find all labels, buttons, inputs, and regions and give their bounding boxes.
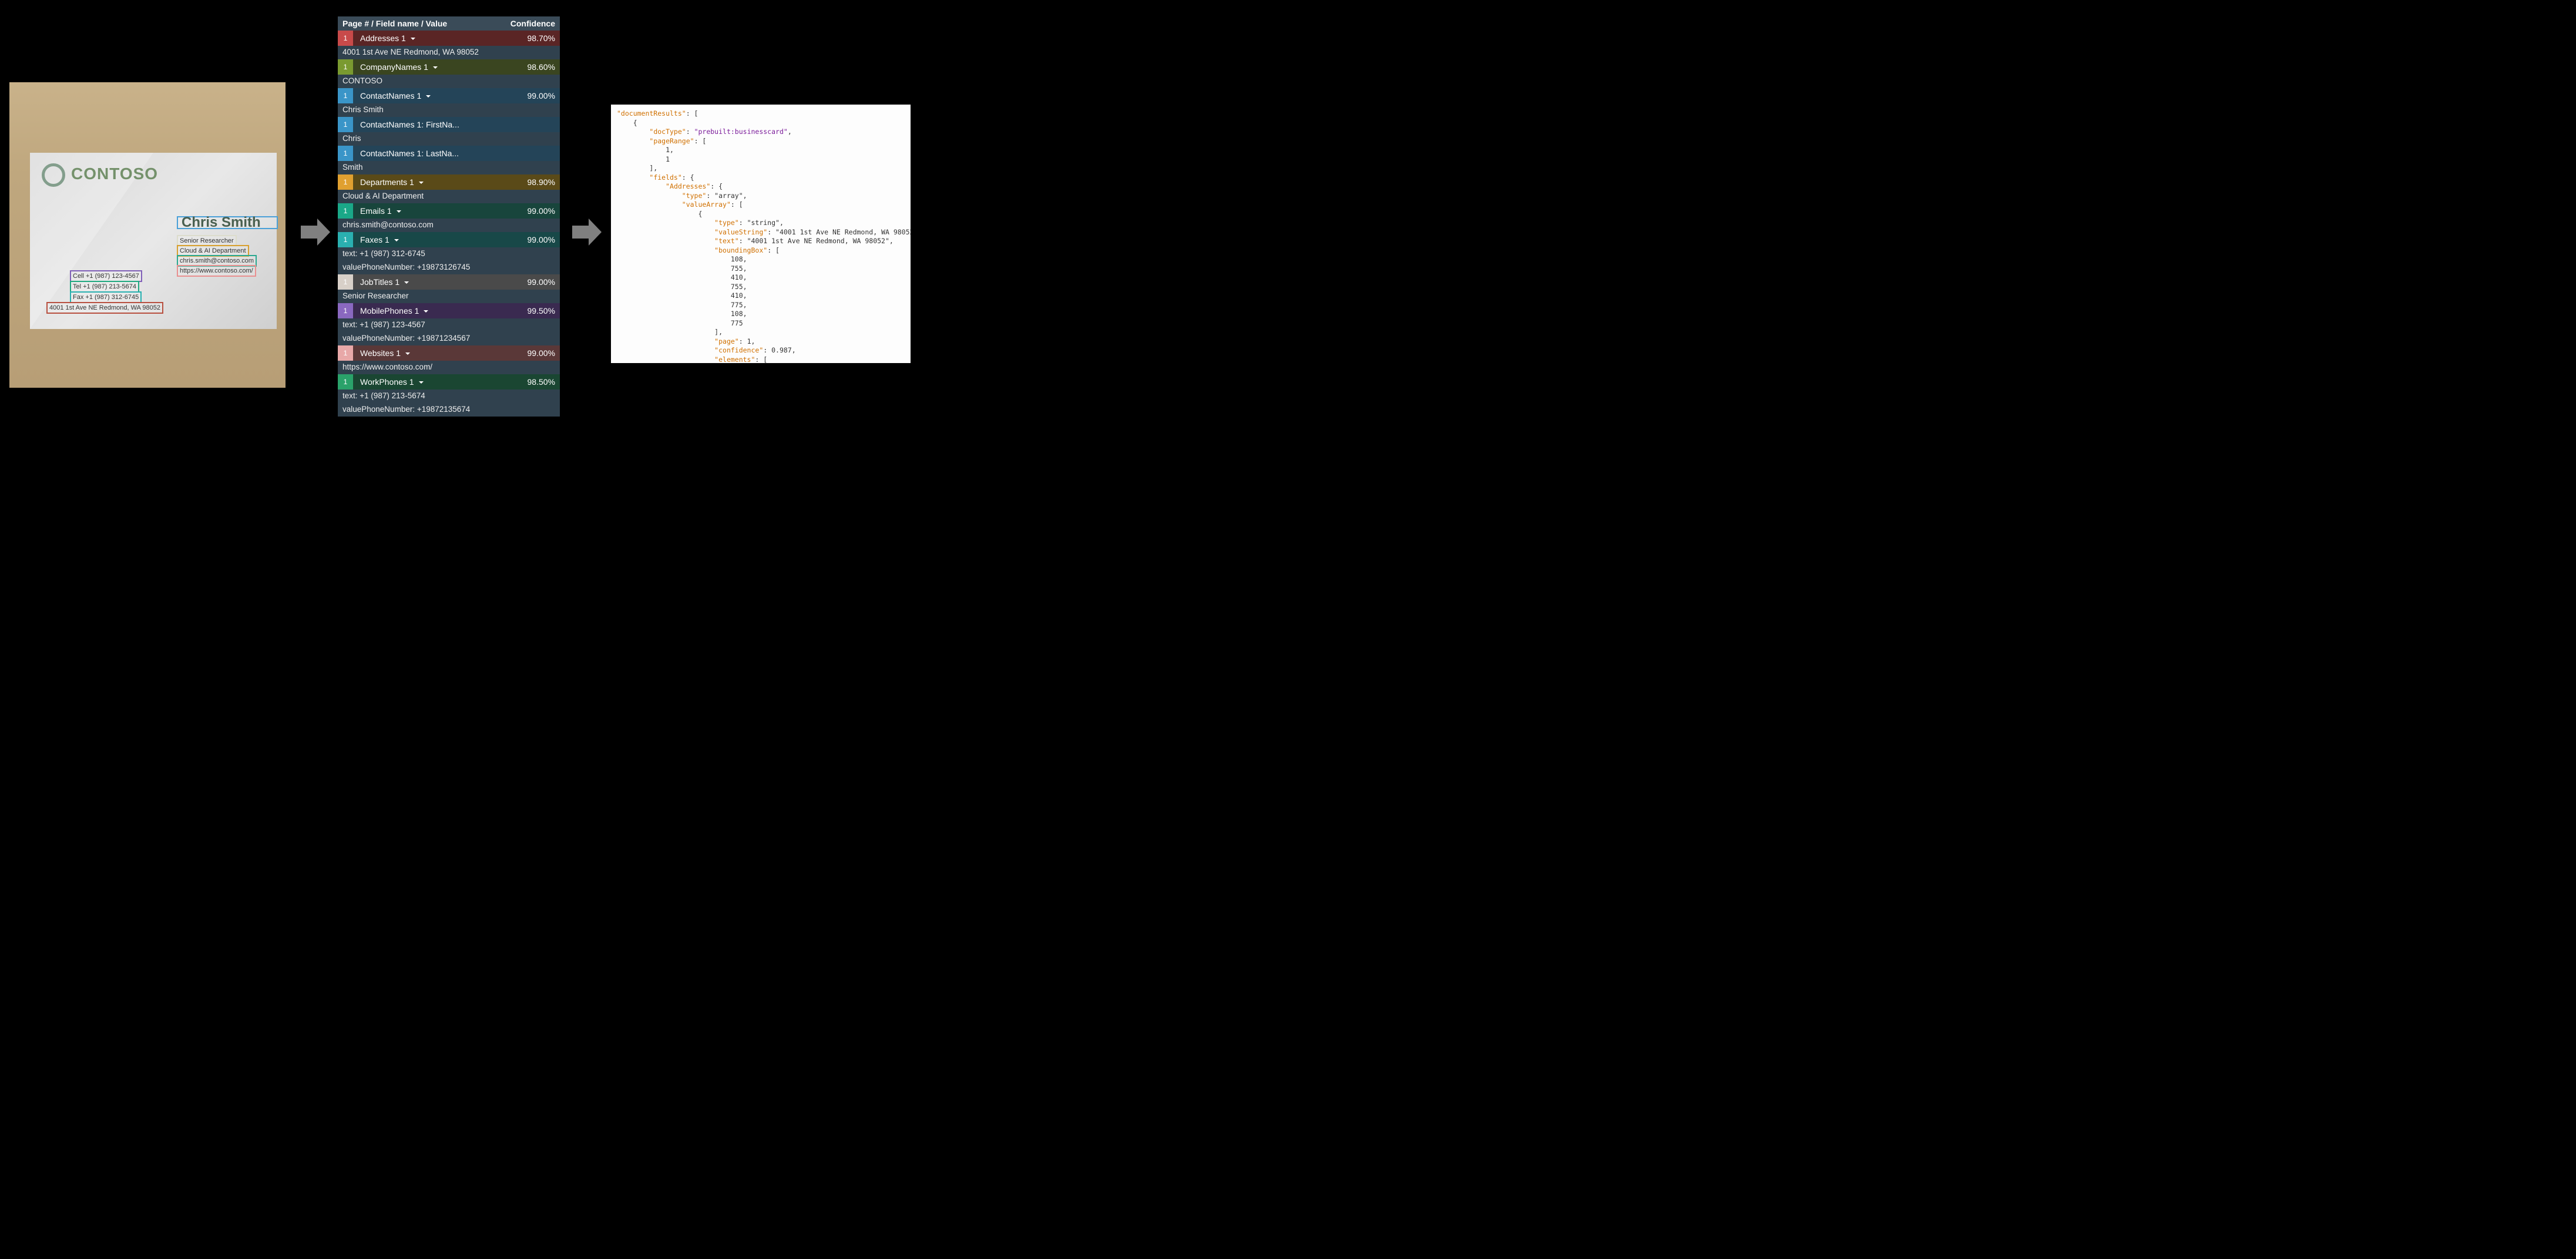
ocr-box-work-phone: Tel +1 (987) 213-5674: [70, 281, 139, 293]
field-name: ContactNames 1: LastNa...: [353, 149, 513, 158]
page-badge: 1: [338, 303, 353, 318]
field-row-websites-1[interactable]: 1Websites 199.00%: [338, 345, 560, 361]
confidence-value: 98.60%: [513, 62, 555, 72]
field-value: valuePhoneNumber: +19873126745: [338, 261, 560, 274]
confidence-value: 99.00%: [513, 206, 555, 216]
page-badge: 1: [338, 174, 353, 190]
page-badge: 1: [338, 274, 353, 290]
confidence-value: 98.50%: [513, 377, 555, 387]
logo-icon: [42, 163, 65, 187]
field-value: chris.smith@contoso.com: [338, 219, 560, 232]
field-row-contactnames-1-firstna-[interactable]: 1ContactNames 1: FirstNa...: [338, 117, 560, 132]
field-value: text: +1 (987) 213-5674: [338, 390, 560, 403]
page-badge: 1: [338, 146, 353, 161]
source-image-panel: CONTOSO Chris Smith Senior Researcher Cl…: [9, 82, 286, 388]
field-value: valuePhoneNumber: +19872135674: [338, 403, 560, 417]
extracted-fields-table: Page # / Field name / Value Confidence 1…: [338, 16, 560, 417]
field-value: text: +1 (987) 123-4567: [338, 318, 560, 332]
header-fields: Page # / Field name / Value: [342, 19, 502, 28]
table-header: Page # / Field name / Value Confidence: [338, 16, 560, 31]
page-badge: 1: [338, 374, 353, 390]
field-value: 4001 1st Ave NE Redmond, WA 98052: [338, 46, 560, 59]
field-name: ContactNames 1: [353, 91, 513, 100]
field-name: JobTitles 1: [353, 277, 513, 287]
field-value: Chris: [338, 132, 560, 146]
field-row-mobilephones-1[interactable]: 1MobilePhones 199.50%: [338, 303, 560, 318]
field-row-addresses-1[interactable]: 1Addresses 198.70%: [338, 31, 560, 46]
confidence-value: 98.70%: [513, 33, 555, 43]
field-value: text: +1 (987) 312-6745: [338, 247, 560, 261]
field-value: CONTOSO: [338, 75, 560, 88]
field-value: Cloud & AI Department: [338, 190, 560, 203]
field-value: Chris Smith: [338, 103, 560, 117]
arrow-right-icon: [301, 217, 330, 247]
field-name: Websites 1: [353, 348, 513, 358]
confidence-value: 99.50%: [513, 306, 555, 315]
ocr-box-website: https://www.contoso.com/: [177, 265, 256, 277]
ocr-box-cell-phone: Cell +1 (987) 123-4567: [70, 270, 142, 282]
arrow-right-icon: [572, 217, 602, 247]
field-row-emails-1[interactable]: 1Emails 199.00%: [338, 203, 560, 219]
field-row-jobtitles-1[interactable]: 1JobTitles 199.00%: [338, 274, 560, 290]
page-badge: 1: [338, 203, 353, 219]
field-row-workphones-1[interactable]: 1WorkPhones 198.50%: [338, 374, 560, 390]
page-badge: 1: [338, 117, 353, 132]
field-name: Faxes 1: [353, 235, 513, 244]
field-name: Addresses 1: [353, 33, 513, 43]
field-name: CompanyNames 1: [353, 62, 513, 72]
confidence-value: 99.00%: [513, 91, 555, 100]
field-value: Smith: [338, 161, 560, 174]
confidence-value: 99.00%: [513, 277, 555, 287]
ocr-box-contact-name: Chris Smith: [177, 216, 278, 229]
field-row-contactnames-1[interactable]: 1ContactNames 199.00%: [338, 88, 560, 103]
json-output-panel: "documentResults": [ { "docType": "prebu…: [611, 105, 911, 363]
page-badge: 1: [338, 59, 353, 75]
field-row-departments-1[interactable]: 1Departments 198.90%: [338, 174, 560, 190]
field-row-companynames-1[interactable]: 1CompanyNames 198.60%: [338, 59, 560, 75]
field-name: WorkPhones 1: [353, 377, 513, 387]
page-badge: 1: [338, 345, 353, 361]
field-name: Departments 1: [353, 177, 513, 187]
confidence-value: 98.90%: [513, 177, 555, 187]
field-row-faxes-1[interactable]: 1Faxes 199.00%: [338, 232, 560, 247]
field-value: https://www.contoso.com/: [338, 361, 560, 374]
field-name: Emails 1: [353, 206, 513, 216]
page-badge: 1: [338, 31, 353, 46]
page-badge: 1: [338, 232, 353, 247]
ocr-box-address: 4001 1st Ave NE Redmond, WA 98052: [46, 302, 163, 314]
field-name: ContactNames 1: FirstNa...: [353, 120, 513, 129]
ocr-box-fax: Fax +1 (987) 312-6745: [70, 291, 142, 303]
field-value: Senior Researcher: [338, 290, 560, 303]
field-name: MobilePhones 1: [353, 306, 513, 315]
confidence-value: 99.00%: [513, 348, 555, 358]
field-value: valuePhoneNumber: +19871234567: [338, 332, 560, 345]
confidence-value: 99.00%: [513, 235, 555, 244]
page-badge: 1: [338, 88, 353, 103]
header-confidence: Confidence: [502, 19, 555, 28]
company-name: CONTOSO: [71, 164, 158, 183]
field-row-contactnames-1-lastna-[interactable]: 1ContactNames 1: LastNa...: [338, 146, 560, 161]
